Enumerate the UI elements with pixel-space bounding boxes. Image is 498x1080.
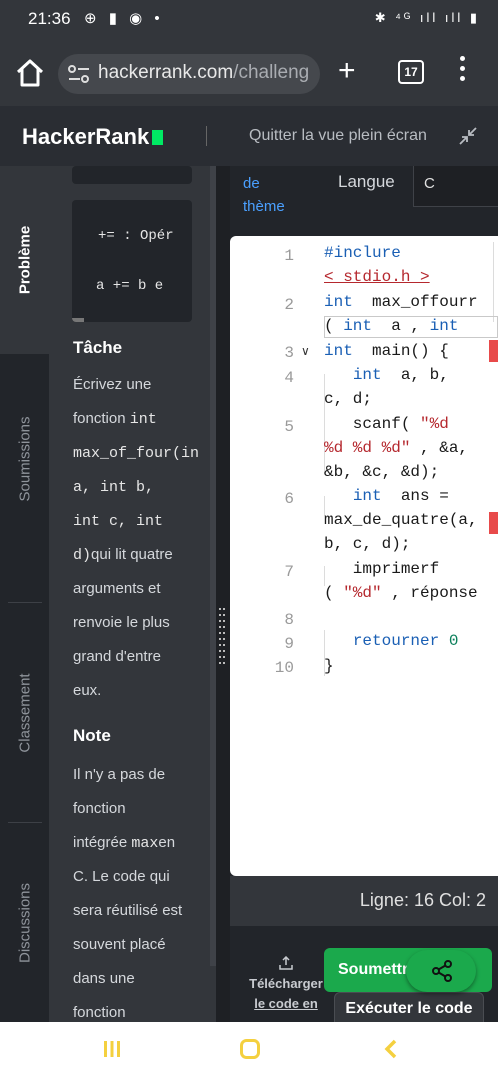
- status-bar: 21:36 ⊕ ▮ ◉ • ✱ ⁴ᴳ ıll ıll ▮: [0, 0, 498, 40]
- home-button[interactable]: [14, 58, 46, 88]
- text-line: max_of_four(in: [73, 445, 200, 462]
- text-line: Il n'y a pas de: [73, 766, 166, 783]
- line-number: 6: [284, 490, 294, 508]
- collapse-icon[interactable]: [458, 126, 478, 146]
- line-number: 3: [284, 344, 294, 362]
- recent-apps-icon[interactable]: [101, 1038, 123, 1060]
- system-navigation-bar: [0, 1022, 498, 1080]
- hackerrank-header: HackerRank Quitter la vue plein écran: [0, 106, 498, 166]
- code-snippet: += : Opér a += b e: [72, 200, 192, 322]
- home-nav-icon[interactable]: [239, 1038, 261, 1060]
- tab-classement[interactable]: Classement: [0, 604, 49, 822]
- editor-status-bar: Ligne: 16 Col: 2: [230, 876, 498, 926]
- share-button[interactable]: [406, 950, 476, 992]
- text-line: int c, int: [73, 513, 164, 530]
- url-text: hackerrank.com/challeng: [98, 62, 310, 83]
- cursor-position: Ligne: 16 Col: 2: [359, 890, 486, 910]
- code-snippet-top: [72, 166, 192, 184]
- text-line: a, int b,: [73, 479, 155, 496]
- line-number: 9: [284, 635, 294, 653]
- text-line: dans une: [73, 970, 135, 987]
- line-number: 5: [284, 418, 294, 436]
- tab-switcher-button[interactable]: 17: [398, 60, 424, 84]
- text-line: fonction: [73, 1004, 126, 1021]
- note-heading: Note: [73, 726, 111, 745]
- tab-soumissions[interactable]: Soumissions: [0, 354, 49, 564]
- editor-pane: de thème Langue C 1 2 3 4 5 6 7 8 9 10 ∨ #inclure …: [230, 166, 498, 1028]
- text-line: renvoie le plus: [73, 614, 170, 631]
- text-line: C. Le code qui: [73, 868, 170, 885]
- line-number: 1: [284, 247, 294, 265]
- line-number: 10: [274, 659, 294, 677]
- line-number: 2: [284, 296, 294, 314]
- tab-discussions[interactable]: Discussions: [0, 824, 49, 1022]
- header-divider: [206, 126, 207, 146]
- hackerrank-logo[interactable]: HackerRank: [22, 124, 164, 150]
- error-marker: [489, 512, 498, 534]
- drag-handle-icon[interactable]: [218, 606, 228, 664]
- text-line: souvent placé: [73, 936, 166, 953]
- code-editor[interactable]: 1 2 3 4 5 6 7 8 9 10 ∨ #inclure < stdio.h > int m…: [230, 236, 498, 876]
- side-tabs: Problème Soumissions Classement Discussi…: [0, 166, 49, 1022]
- notification-icons: ⊕ ▮ ◉ •: [84, 10, 164, 27]
- text-line: fonction int: [73, 410, 157, 428]
- theme-selector[interactable]: de thème: [243, 172, 285, 218]
- exit-fullscreen-link[interactable]: Quitter la vue plein écran: [249, 127, 427, 145]
- status-time: 21:36: [28, 9, 71, 28]
- line-number: 8: [284, 611, 294, 629]
- browser-toolbar: hackerrank.com/challeng + 17: [0, 40, 498, 106]
- line-number: 7: [284, 563, 294, 581]
- new-tab-button[interactable]: +: [338, 56, 356, 86]
- text-line: arguments et: [73, 580, 161, 597]
- address-bar[interactable]: hackerrank.com/challeng: [58, 54, 320, 94]
- text-line: intégrée maxen: [73, 834, 176, 852]
- download-code-button[interactable]: Télécharger le code en: [236, 956, 336, 1014]
- system-icons: ✱ ⁴ᴳ ıll ıll ▮: [374, 10, 480, 25]
- text-line: eux.: [73, 682, 102, 699]
- back-icon[interactable]: [380, 1038, 402, 1060]
- language-select[interactable]: C: [413, 166, 498, 207]
- tab-probleme[interactable]: Problème: [0, 166, 49, 354]
- fold-chevron-icon[interactable]: ∨: [301, 344, 310, 358]
- tab-divider: [8, 822, 42, 823]
- panel-splitter[interactable]: [216, 166, 230, 1022]
- tab-divider: [8, 602, 42, 603]
- text-line: d)qui lit quatre: [73, 546, 173, 564]
- browser-menu-button[interactable]: [460, 56, 468, 86]
- task-heading: Tâche: [73, 338, 123, 357]
- upload-icon: [279, 956, 293, 970]
- share-icon: [432, 960, 452, 982]
- language-label: Langue: [338, 172, 395, 191]
- home-icon: [16, 59, 44, 87]
- text-line: Écrivez une: [73, 376, 152, 393]
- line-number: 4: [284, 369, 294, 387]
- text-line: grand d'entre: [73, 648, 161, 665]
- error-marker: [489, 340, 498, 362]
- site-settings-icon: [68, 65, 89, 83]
- text-line: fonction: [73, 800, 126, 817]
- problem-panel: += : Opér a += b e Tâche Écrivez une fonc…: [49, 166, 220, 1022]
- text-line: sera réutilisé est: [73, 902, 183, 919]
